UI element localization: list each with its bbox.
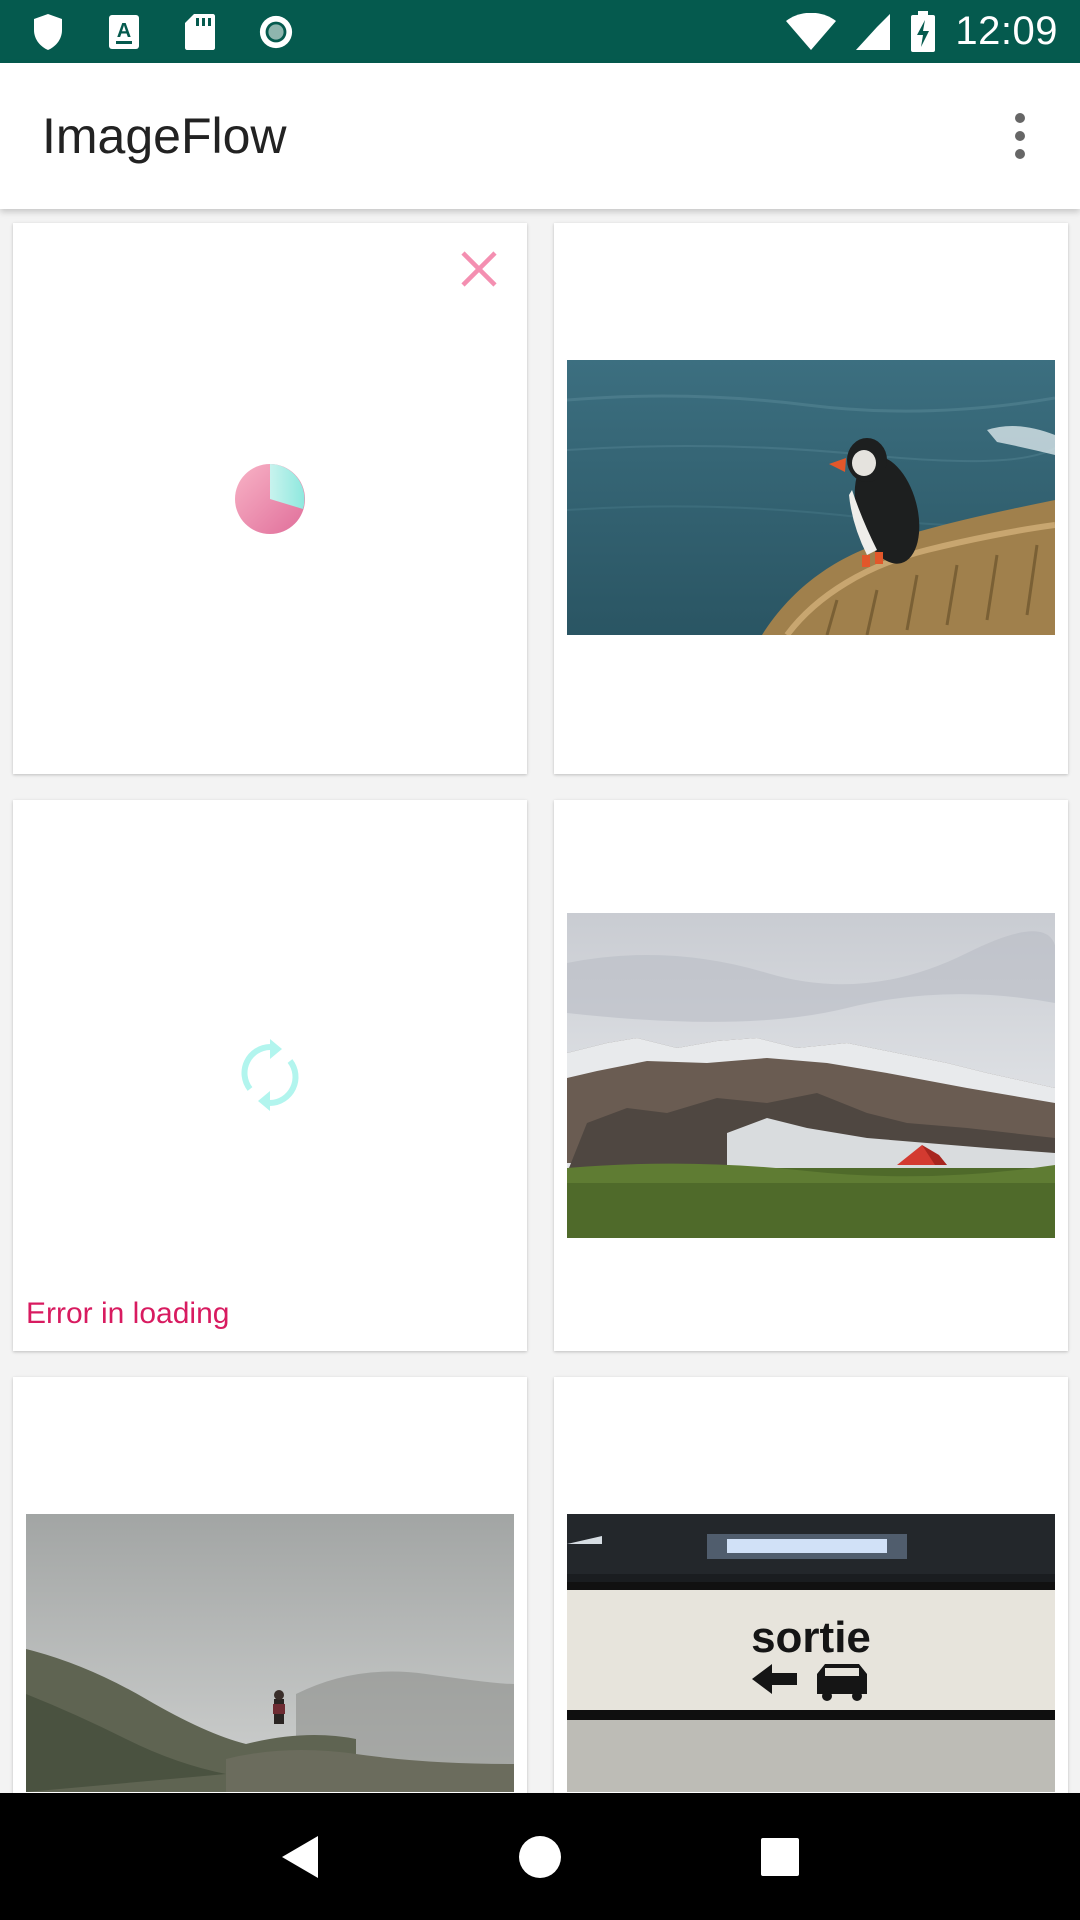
status-time: 12:09	[955, 9, 1058, 53]
puffin-photo	[567, 360, 1055, 635]
image-card[interactable]: sortie	[554, 1377, 1068, 1793]
home-button[interactable]	[510, 1827, 570, 1887]
progress-pie-icon	[235, 464, 305, 534]
sign-text: sortie	[751, 1613, 871, 1662]
foggy-hiker-photo	[26, 1514, 514, 1792]
home-icon	[519, 1835, 561, 1878]
overflow-menu-dot	[1015, 131, 1025, 141]
shield-icon	[30, 12, 66, 52]
navigation-bar	[0, 1793, 1080, 1920]
image-card-loading[interactable]	[13, 223, 527, 774]
image-grid: Error in loading sortie	[0, 209, 1080, 1793]
image-card-error[interactable]: Error in loading	[13, 800, 527, 1351]
overflow-menu-dot	[1015, 149, 1025, 159]
overflow-menu-icon	[1015, 113, 1025, 123]
image-card[interactable]	[554, 800, 1068, 1351]
battery-charging-icon	[909, 10, 937, 52]
image-card[interactable]	[554, 223, 1068, 774]
status-bar: A 12:09	[0, 0, 1080, 63]
retry-icon[interactable]	[240, 1037, 300, 1113]
recents-button[interactable]	[750, 1827, 810, 1887]
svg-text:A: A	[117, 20, 131, 42]
cancel-icon[interactable]	[457, 247, 501, 291]
record-icon	[258, 12, 294, 52]
back-icon	[282, 1835, 318, 1878]
signal-icon	[855, 12, 891, 52]
back-button[interactable]	[270, 1827, 330, 1887]
image-card[interactable]	[13, 1377, 527, 1793]
error-message: Error in loading	[26, 1297, 230, 1330]
sd-card-icon	[182, 12, 218, 52]
recents-icon	[761, 1837, 799, 1876]
overflow-menu-button[interactable]	[998, 106, 1042, 166]
mountains-photo	[567, 913, 1055, 1238]
app-bar: ImageFlow	[0, 63, 1080, 209]
wifi-icon	[785, 12, 837, 52]
a-badge-icon: A	[106, 12, 142, 52]
app-title: ImageFlow	[42, 108, 287, 164]
parking-sign-photo: sortie	[567, 1514, 1055, 1792]
